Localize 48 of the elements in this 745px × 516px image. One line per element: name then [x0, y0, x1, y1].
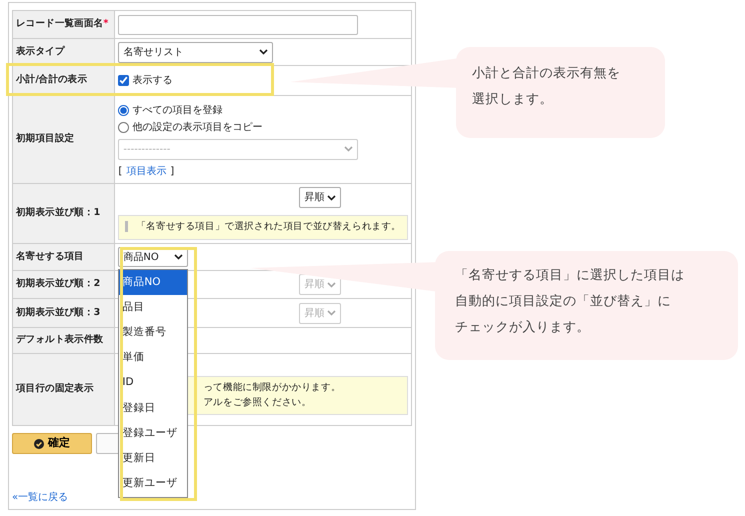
field-label: 名寄せする項目: [12, 244, 115, 270]
chevron-icon: [327, 194, 336, 201]
radio-label: すべての項目を登録: [132, 104, 222, 118]
item-display-link[interactable]: 項目表示: [126, 164, 166, 178]
field-label: レコード一覧画面名: [16, 18, 104, 30]
bracket: [: [118, 164, 122, 178]
field-label: 小計/合計の表示: [12, 66, 115, 96]
callout-text: チェックが入ります。: [455, 319, 591, 337]
dropdown-option[interactable]: 登録ユーザ: [119, 421, 188, 446]
radio-button[interactable]: [118, 122, 130, 132]
field-label: 初期項目設定: [12, 96, 115, 184]
field-label: 初期表示並び順：3: [12, 298, 115, 328]
required-mark: *: [103, 18, 108, 30]
dropdown-option[interactable]: 更新ユーザ: [119, 472, 188, 497]
confirm-button[interactable]: 確定: [12, 433, 92, 454]
dropdown-option[interactable]: 品目: [119, 295, 188, 320]
check-circle-icon: [34, 438, 44, 448]
dropdown-option[interactable]: 製造番号: [119, 320, 188, 346]
radio-label: 他の設定の表示項目をコピー: [132, 120, 262, 134]
chevron-icon: [327, 310, 336, 316]
checkbox[interactable]: [118, 75, 130, 86]
back-link[interactable]: «一覧に戻る: [12, 490, 68, 505]
callout-text: 「名寄せする項目」に選択した項目は: [455, 267, 686, 285]
text-input[interactable]: [118, 14, 358, 34]
dropdown-option[interactable]: 登録日: [119, 396, 188, 422]
dropdown-option[interactable]: 更新日: [119, 446, 188, 472]
dropdown-option[interactable]: 商品NO: [119, 270, 188, 296]
callout-text: 小計と合計の表示有無を: [472, 65, 622, 83]
callout-text: 自動的に項目設定の「並び替え」に: [455, 293, 672, 311]
chevron-icon: [344, 146, 354, 152]
select-field[interactable]: 昇順: [299, 187, 342, 208]
bracket: ]: [170, 164, 174, 178]
field-label: 初期表示並び順：1: [12, 184, 115, 244]
note-text: 「名寄せする項目」で選択された項目で並び替えられます。: [125, 221, 401, 232]
dropdown-option[interactable]: ID: [119, 370, 188, 396]
checkbox-label: 表示する: [132, 74, 172, 88]
field-label: 初期表示並び順：2: [12, 270, 115, 298]
callout-text: 選択します。: [472, 91, 554, 109]
select-field[interactable]: 名寄せリスト: [118, 42, 274, 62]
chevron-icon: [327, 282, 336, 288]
note-text: って機能に制限がかかります。: [203, 381, 342, 396]
field-label: 項目行の固定表示: [12, 354, 115, 426]
note-text: アルをご参照ください。: [203, 396, 312, 410]
radio-button[interactable]: [118, 104, 130, 116]
chevron-icon: [259, 49, 268, 55]
dropdown-option[interactable]: 単価: [119, 346, 188, 371]
chevron-icon: [174, 254, 184, 260]
field-label: デフォルト表示件数: [12, 328, 115, 354]
